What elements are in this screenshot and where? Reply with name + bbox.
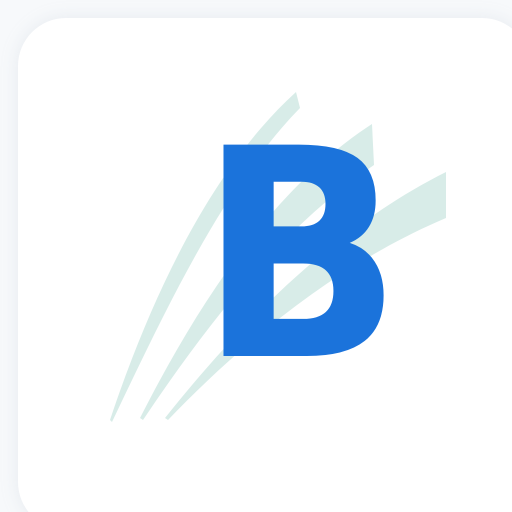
logo-letter: B	[199, 88, 403, 425]
app-icon-canvas: B	[0, 0, 512, 512]
